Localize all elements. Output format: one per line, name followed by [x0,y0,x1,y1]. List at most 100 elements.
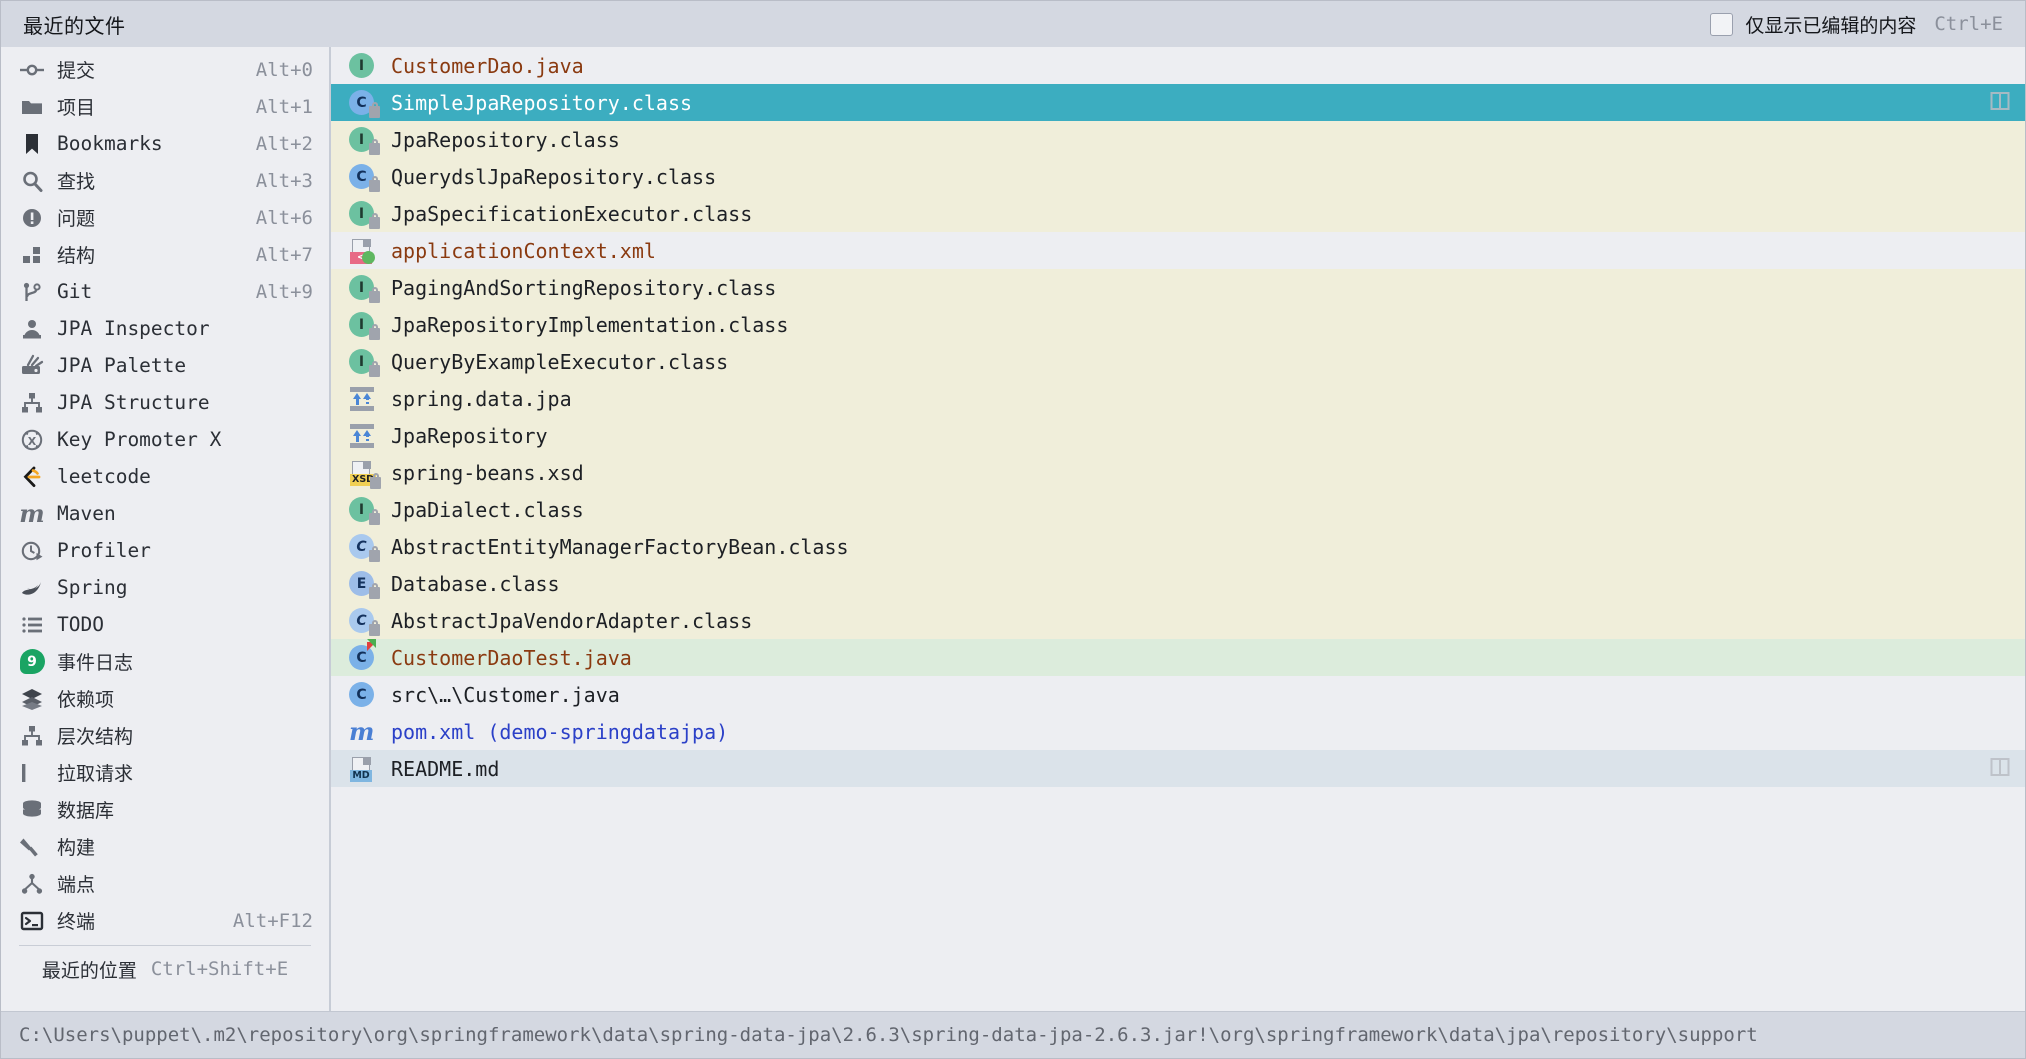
checkbox-box[interactable] [1710,13,1733,36]
file-list-item[interactable]: JpaRepository [331,417,2025,454]
commit-icon [19,57,45,83]
sidebar-item-[interactable]: 结构Alt+7 [1,236,329,273]
sidebar-item-shortcut: Alt+6 [256,207,313,229]
file-type-icon: I [349,53,379,79]
selected-file-path: C:\Users\puppet\.m2\repository\org\sprin… [19,1024,1758,1046]
file-list-item[interactable]: CCustomerDaoTest.java [331,639,2025,676]
class-icon: C [349,90,374,115]
file-list-item[interactable]: I CustomerDao.java [331,47,2025,84]
popup-body: 提交Alt+0项目Alt+1BookmarksAlt+2查找Alt+3问题Alt… [1,47,2025,1011]
file-type-icon: C [349,534,379,560]
sidebar-item-[interactable]: 终端 Alt+F12 [1,902,329,939]
sidebar-item-key-promoter-x[interactable]: XKey Promoter X [1,421,329,458]
sidebar-item-[interactable]: 端点 [1,865,329,902]
sidebar-item-todo[interactable]: TODO [1,606,329,643]
sidebar-item-[interactable]: 提交Alt+0 [1,51,329,88]
file-list-item[interactable]: IJpaRepositoryImplementation.class [331,306,2025,343]
file-name-label: PagingAndSortingRepository.class [391,276,776,300]
sidebar-item-[interactable]: 构建 [1,828,329,865]
sidebar-item-[interactable]: 依赖项 [1,680,329,717]
file-list-item[interactable]: <applicationContext.xml [331,232,2025,269]
file-list-item[interactable]: I JpaDialect.class [331,491,2025,528]
file-list-item[interactable]: CQuerydslJpaRepository.class [331,158,2025,195]
lock-overlay-icon [369,587,380,599]
sidebar-divider [19,945,311,946]
file-name-label: QueryByExampleExecutor.class [391,350,728,374]
split-screen-button[interactable] [1989,756,2011,782]
sidebar-item-label: 构建 [57,833,95,860]
sidebar-item-leetcode[interactable]: leetcode [1,458,329,495]
split-screen-icon [1989,756,2011,778]
lock-overlay-icon [369,513,380,525]
file-list-item[interactable]: CAbstractJpaVendorAdapter.class [331,602,2025,639]
sidebar-item-jpa-inspector[interactable]: JPA Inspector [1,310,329,347]
file-list-item[interactable]: XSD spring-beans.xsd [331,454,2025,491]
recent-locations-item[interactable]: 最近的位置 Ctrl+Shift+E [1,952,329,986]
sidebar-item-label: TODO [57,613,104,636]
file-name-label: JpaDialect.class [391,498,584,522]
xsd-file-icon: XSD [349,460,375,486]
lock-overlay-icon [369,328,380,340]
jpa-palette-icon [19,353,45,379]
file-list-item[interactable]: IPagingAndSortingRepository.class [331,269,2025,306]
sidebar-item-label: Profiler [57,539,151,562]
sidebar-item-profiler[interactable]: Profiler [1,532,329,569]
interface-icon: I [349,201,374,226]
sidebar-item-label: 数据库 [57,796,114,823]
sidebar-item-shortcut: Alt+F12 [233,910,313,932]
file-list-item[interactable]: C SimpleJpaRepository.class [331,84,2025,121]
file-type-icon [349,386,379,412]
sidebar-item-[interactable]: 问题Alt+6 [1,199,329,236]
edited-only-checkbox[interactable]: 仅显示已编辑的内容 Ctrl+E [1710,11,2003,38]
sidebar-item-jpa-structure[interactable]: JPA Structure [1,384,329,421]
file-name-label: spring-beans.xsd [391,461,584,485]
file-list-item[interactable]: Csrc\…\Customer.java [331,676,2025,713]
checkbox-shortcut: Ctrl+E [1934,13,2003,35]
terminal-icon [19,908,45,934]
sidebar-item-shortcut: Alt+9 [256,281,313,303]
interface-icon: I [349,127,374,152]
file-name-label: SimpleJpaRepository.class [391,91,692,115]
sidebar-item-label: leetcode [57,465,151,488]
sidebar-item-spring[interactable]: Spring [1,569,329,606]
file-list-item[interactable]: IQueryByExampleExecutor.class [331,343,2025,380]
file-list-item[interactable]: IJpaSpecificationExecutor.class [331,195,2025,232]
sidebar-item-bookmarks[interactable]: BookmarksAlt+2 [1,125,329,162]
recent-files-list[interactable]: I CustomerDao.java C SimpleJpaRepository.cl… [331,47,2025,1011]
sidebar-item-[interactable]: 拉取请求 [1,754,329,791]
sidebar-item-[interactable]: 项目Alt+1 [1,88,329,125]
file-name-label: CustomerDao.java [391,54,584,78]
file-name-label: QuerydslJpaRepository.class [391,165,716,189]
file-list-item[interactable]: CAbstractEntityManagerFactoryBean.class [331,528,2025,565]
pull-request-icon [19,760,45,786]
svg-text:X: X [28,435,37,448]
sidebar-item-maven[interactable]: mMaven [1,495,329,532]
file-type-icon: XSD [349,460,379,486]
sidebar-item-label: 终端 [57,907,95,934]
interface-icon: I [349,497,374,522]
search-icon [19,168,45,194]
maven-pom-icon: m [349,720,374,744]
file-list-item[interactable]: MDREADME.md [331,750,2025,787]
sidebar-item-[interactable]: 查找Alt+3 [1,162,329,199]
file-list-item[interactable]: IJpaRepository.class [331,121,2025,158]
file-type-icon: C [349,90,379,116]
file-type-icon: C [349,645,379,671]
file-list-item[interactable]: spring.data.jpa [331,380,2025,417]
sidebar-item-[interactable]: 9事件日志 [1,643,329,680]
recent-locations-shortcut: Ctrl+Shift+E [151,958,288,980]
lock-overlay-icon [369,180,380,192]
file-name-label: pom.xml (demo-springdatajpa) [391,720,728,744]
file-list-item[interactable]: EDatabase.class [331,565,2025,602]
sidebar-item-shortcut: Alt+0 [256,59,313,81]
file-list-item[interactable]: m pom.xml (demo-springdatajpa) [331,713,2025,750]
sidebar-item-[interactable]: 数据库 [1,791,329,828]
lock-overlay-icon [369,291,380,303]
sidebar-item-git[interactable]: GitAlt+9 [1,273,329,310]
split-screen-button[interactable] [1989,90,2011,116]
event-log-badge-icon: 9 [19,649,45,675]
sidebar-item-[interactable]: 层次结构 [1,717,329,754]
key-promoter-icon: X [19,427,45,453]
sidebar-item-jpa-palette[interactable]: JPA Palette [1,347,329,384]
file-type-icon: I [349,312,379,338]
